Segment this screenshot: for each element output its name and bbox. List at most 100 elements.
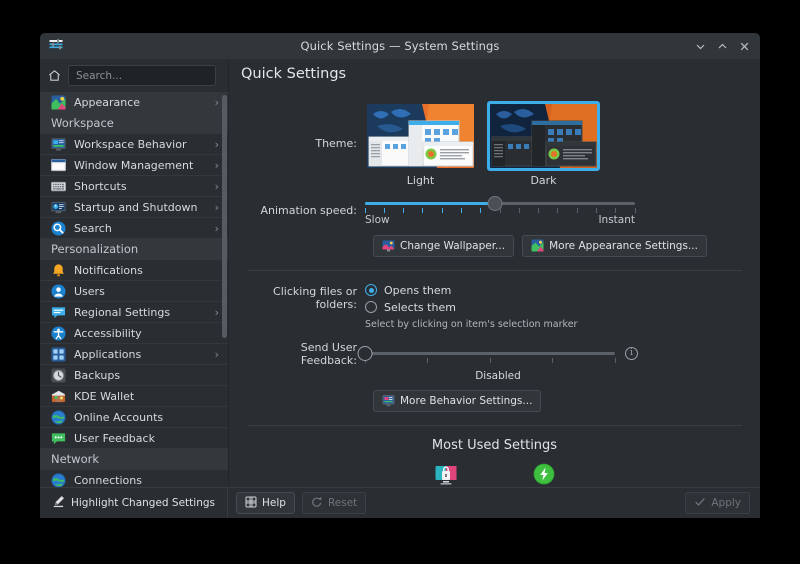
radio-marker-selects-them[interactable] [365, 301, 377, 313]
sidebar-item-kde-wallet[interactable]: KDE Wallet [40, 386, 228, 407]
sidebar-item-label: Notifications [74, 264, 211, 277]
footer-right: Help Reset Apply [228, 488, 760, 518]
most-used-energy-saving[interactable]: Energy Saving [508, 463, 580, 487]
theme-option-light[interactable]: Light [365, 102, 476, 187]
help-button[interactable]: Help [236, 492, 295, 514]
sidebar-item-startup-and-shutdown[interactable]: Startup and Shutdown › [40, 197, 228, 218]
users-icon [51, 284, 66, 299]
user-feedback-icon [51, 431, 66, 446]
minimize-button[interactable] [690, 36, 710, 56]
screen-locking-icon [434, 463, 458, 487]
connections-globe-icon [51, 473, 66, 488]
sidebar-item-accessibility[interactable]: Accessibility [40, 323, 228, 344]
reset-icon [311, 496, 323, 511]
footer-left: Highlight Changed Settings [40, 488, 228, 518]
appearance-buttons: Change Wallpaper... More Appearance Sett… [373, 235, 742, 257]
sidebar-item-users[interactable]: Users [40, 281, 228, 302]
backups-clock-icon [51, 368, 66, 383]
more-appearance-settings-label: More Appearance Settings... [549, 240, 698, 252]
sidebar-item-label: Startup and Shutdown [74, 201, 207, 214]
sidebar-item-online-accounts[interactable]: Online Accounts [40, 407, 228, 428]
page-title: Quick Settings [229, 59, 760, 90]
animation-speed-min-label: Slow [365, 214, 390, 226]
kde-wallet-icon [51, 389, 66, 404]
click-behavior-hint: Select by clicking on item's selection m… [365, 319, 577, 330]
sidebar-item-user-feedback[interactable]: User Feedback [40, 428, 228, 449]
most-used-settings-title: Most Used Settings [247, 438, 742, 453]
applications-grid-icon [51, 347, 66, 362]
chevron-right-icon: › [215, 160, 219, 171]
system-settings-window: Quick Settings — System Settings [40, 33, 760, 518]
sidebar-item-label: Connections [74, 474, 211, 487]
section-divider-2 [247, 425, 742, 426]
radio-marker-opens-them[interactable] [365, 284, 377, 296]
more-behavior-settings-button[interactable]: More Behavior Settings... [373, 390, 541, 412]
apply-button[interactable]: Apply [685, 492, 750, 514]
title-bar: Quick Settings — System Settings [40, 33, 760, 59]
sidebar-item-window-management[interactable]: Window Management › [40, 155, 228, 176]
more-appearance-settings-button[interactable]: More Appearance Settings... [522, 235, 707, 257]
change-wallpaper-label: Change Wallpaper... [400, 240, 505, 252]
sidebar-scrollbar[interactable] [222, 95, 227, 338]
window-body: Appearance›WorkspaceWorkspace Behavior›W… [40, 59, 760, 487]
theme-label: Theme: [247, 102, 365, 150]
sidebar-section-header: Network [40, 449, 228, 470]
radio-selects-them[interactable]: Selects them [365, 301, 577, 314]
change-wallpaper-button[interactable]: Change Wallpaper... [373, 235, 514, 257]
sidebar-item-label: Shortcuts [74, 180, 207, 193]
chevron-right-icon: › [215, 202, 219, 213]
hamburger-menu-icon[interactable] [222, 65, 226, 87]
sidebar-item-label: Window Management [74, 159, 207, 172]
section-divider-1 [247, 270, 742, 271]
highlight-changed-settings-button[interactable]: Highlight Changed Settings [46, 492, 221, 514]
sidebar-section-header: Workspace [40, 113, 228, 134]
most-used-settings-items: Screen Locking Energy Saving [247, 463, 742, 487]
home-icon[interactable] [47, 64, 62, 88]
reset-button[interactable]: Reset [302, 492, 366, 514]
theme-thumbnail-light[interactable] [365, 102, 476, 170]
sidebar-item-label: Accessibility [74, 327, 211, 340]
search-input[interactable] [68, 65, 216, 86]
sidebar-item-backups[interactable]: Backups [40, 365, 228, 386]
workspace-behavior-icon [51, 137, 66, 152]
footer-toolbar: Highlight Changed Settings Help [40, 487, 760, 518]
click-behavior-options: Opens them Selects them [365, 284, 577, 314]
close-button[interactable] [734, 36, 754, 56]
keyboard-shortcuts-icon [51, 179, 66, 194]
sidebar-item-label: KDE Wallet [74, 390, 211, 403]
slider-handle[interactable] [358, 346, 373, 361]
sidebar-section-header: Personalization [40, 239, 228, 260]
maximize-button[interactable] [712, 36, 732, 56]
theme-name-dark: Dark [488, 174, 599, 187]
sidebar-item-search[interactable]: Search› [40, 218, 228, 239]
sidebar-item-label: Online Accounts [74, 411, 211, 424]
info-icon[interactable]: i [625, 347, 638, 360]
window-management-icon [51, 158, 66, 173]
startup-shutdown-icon [51, 200, 66, 215]
sidebar-item-label: User Feedback [74, 432, 211, 445]
most-used-screen-locking[interactable]: Screen Locking [410, 463, 482, 487]
click-behavior-label: Clicking files or folders: [247, 284, 365, 311]
user-feedback-slider[interactable] [365, 345, 615, 363]
animation-speed-slider[interactable] [365, 195, 635, 213]
behavior-settings-icon [382, 394, 395, 407]
radio-opens-them[interactable]: Opens them [365, 284, 577, 297]
help-icon [245, 496, 257, 511]
sidebar-item-workspace-behavior[interactable]: Workspace Behavior› [40, 134, 228, 155]
system-settings-app-icon [48, 38, 64, 52]
sidebar-item-appearance[interactable]: Appearance› [40, 92, 228, 113]
chevron-right-icon: › [215, 181, 219, 192]
sidebar-toolbar [40, 59, 228, 92]
sidebar-item-regional-settings[interactable]: Regional Settings› [40, 302, 228, 323]
more-behavior-settings-wrap: More Behavior Settings... [373, 390, 742, 412]
sidebar-item-label: Applications [74, 348, 207, 361]
appearance-icon [531, 239, 544, 252]
sidebar-item-connections[interactable]: Connections [40, 470, 228, 487]
sidebar-item-applications[interactable]: Applications› [40, 344, 228, 365]
slider-handle[interactable] [487, 196, 502, 211]
theme-option-dark[interactable]: Dark [488, 102, 599, 187]
sidebar-item-shortcuts[interactable]: Shortcuts › [40, 176, 228, 197]
appearance-icon [51, 95, 66, 110]
theme-thumbnail-dark[interactable] [488, 102, 599, 170]
sidebar-item-notifications[interactable]: Notifications [40, 260, 228, 281]
